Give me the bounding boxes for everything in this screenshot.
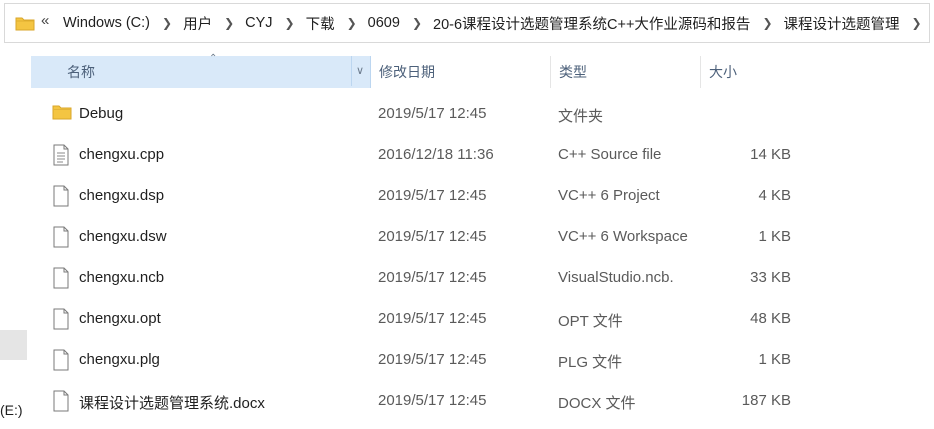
file-date: 2019/5/17 12:45: [378, 310, 487, 327]
breadcrumb-item[interactable]: Windows (C:): [59, 15, 154, 31]
list-item[interactable]: chengxu.dsp 2019/5/17 12:45 VC++ 6 Proje…: [31, 176, 791, 217]
list-item[interactable]: chengxu.cpp 2016/12/18 11:36 C++ Source …: [31, 135, 791, 176]
nav-drive-label[interactable]: (E:): [0, 402, 23, 418]
file-date: 2016/12/18 11:36: [378, 146, 494, 163]
address-bar[interactable]: « Windows (C:) ❯ 用户 ❯ CYJ ❯ 下载 ❯ 0609 ❯ 20-6课…: [4, 3, 930, 43]
chevron-down-icon[interactable]: ∨: [351, 56, 368, 86]
file-icon: [52, 390, 70, 416]
breadcrumb-item-current[interactable]: 课程设计选题管理: [780, 13, 904, 34]
column-size[interactable]: 大小: [701, 56, 790, 88]
file-date: 2019/5/17 12:45: [378, 392, 487, 409]
overflow-chevron-icon[interactable]: «: [41, 12, 49, 29]
column-name-label: 名称: [67, 64, 95, 80]
list-item[interactable]: Debug 2019/5/17 12:45 文件夹: [31, 94, 791, 135]
file-size: 1 KB: [758, 351, 791, 368]
chevron-right-icon[interactable]: ❯: [154, 16, 179, 30]
file-size: 48 KB: [750, 310, 791, 327]
file-icon: [52, 267, 70, 293]
file-type: PLG 文件: [558, 354, 623, 371]
breadcrumb-item[interactable]: 下载: [302, 13, 339, 34]
nav-selected-item[interactable]: [0, 330, 27, 360]
breadcrumb-item[interactable]: 0609: [364, 15, 404, 31]
file-type: 文件夹: [558, 108, 604, 125]
breadcrumb-item[interactable]: 20-6课程设计选题管理系统C++大作业源码和报告: [429, 13, 754, 34]
file-name: Debug: [79, 105, 124, 122]
file-type: C++ Source file: [558, 146, 662, 163]
file-name: chengxu.ncb: [79, 269, 165, 286]
breadcrumb: Windows (C:) ❯ 用户 ❯ CYJ ❯ 下载 ❯ 0609 ❯ 20-6课程设…: [59, 4, 929, 42]
folder-icon: [15, 15, 35, 36]
file-name: 课程设计选题管理系统.docx: [79, 395, 265, 412]
list-item[interactable]: 课程设计选题管理系统.docx 2019/5/17 12:45 DOCX 文件 …: [31, 381, 791, 422]
column-type[interactable]: 类型: [551, 56, 701, 88]
file-icon: [52, 185, 70, 211]
file-name: chengxu.dsp: [79, 187, 165, 204]
file-size: 187 KB: [741, 392, 791, 409]
file-icon: [52, 308, 70, 334]
chevron-right-icon[interactable]: ❯: [754, 16, 779, 30]
chevron-right-icon[interactable]: ❯: [277, 16, 302, 30]
chevron-right-icon[interactable]: ❯: [339, 16, 364, 30]
file-icon: [52, 349, 70, 375]
file-date: 2019/5/17 12:45: [378, 228, 487, 245]
list-item[interactable]: chengxu.opt 2019/5/17 12:45 OPT 文件 48 KB: [31, 299, 791, 340]
chevron-right-icon[interactable]: ❯: [404, 16, 429, 30]
file-type: OPT 文件: [558, 313, 623, 330]
chevron-right-icon[interactable]: ❯: [904, 16, 929, 30]
file-type: VisualStudio.ncb.: [558, 269, 674, 286]
file-name: chengxu.opt: [79, 310, 161, 327]
file-size: 4 KB: [758, 187, 791, 204]
file-size: 14 KB: [750, 146, 791, 163]
file-date: 2019/5/17 12:45: [378, 351, 487, 368]
column-name[interactable]: ⌃ 名称 ∨: [31, 53, 371, 88]
list-item[interactable]: chengxu.ncb 2019/5/17 12:45 VisualStudio…: [31, 258, 791, 299]
file-date: 2019/5/17 12:45: [378, 187, 487, 204]
column-date[interactable]: 修改日期: [371, 56, 551, 88]
file-type: DOCX 文件: [558, 395, 636, 412]
file-size: 1 KB: [758, 228, 791, 245]
breadcrumb-item[interactable]: CYJ: [241, 15, 276, 31]
text-file-icon: [52, 144, 70, 170]
file-name: chengxu.dsw: [79, 228, 167, 245]
sort-ascending-icon: ⌃: [209, 53, 218, 64]
file-size: 33 KB: [750, 269, 791, 286]
list-item[interactable]: chengxu.plg 2019/5/17 12:45 PLG 文件 1 KB: [31, 340, 791, 381]
folder-icon: [52, 103, 72, 125]
file-name: chengxu.cpp: [79, 146, 165, 163]
file-date: 2019/5/17 12:45: [378, 105, 487, 122]
file-type: VC++ 6 Workspace: [558, 228, 688, 245]
breadcrumb-item[interactable]: 用户: [179, 13, 216, 34]
chevron-right-icon[interactable]: ❯: [216, 16, 241, 30]
list-item[interactable]: chengxu.dsw 2019/5/17 12:45 VC++ 6 Works…: [31, 217, 791, 258]
file-name: chengxu.plg: [79, 351, 160, 368]
file-type: VC++ 6 Project: [558, 187, 660, 204]
file-list: Debug 2019/5/17 12:45 文件夹 chengxu.cpp 20…: [31, 94, 791, 422]
file-icon: [52, 226, 70, 252]
file-date: 2019/5/17 12:45: [378, 269, 487, 286]
column-header: ⌃ 名称 ∨ 修改日期 类型 大小: [31, 53, 790, 88]
